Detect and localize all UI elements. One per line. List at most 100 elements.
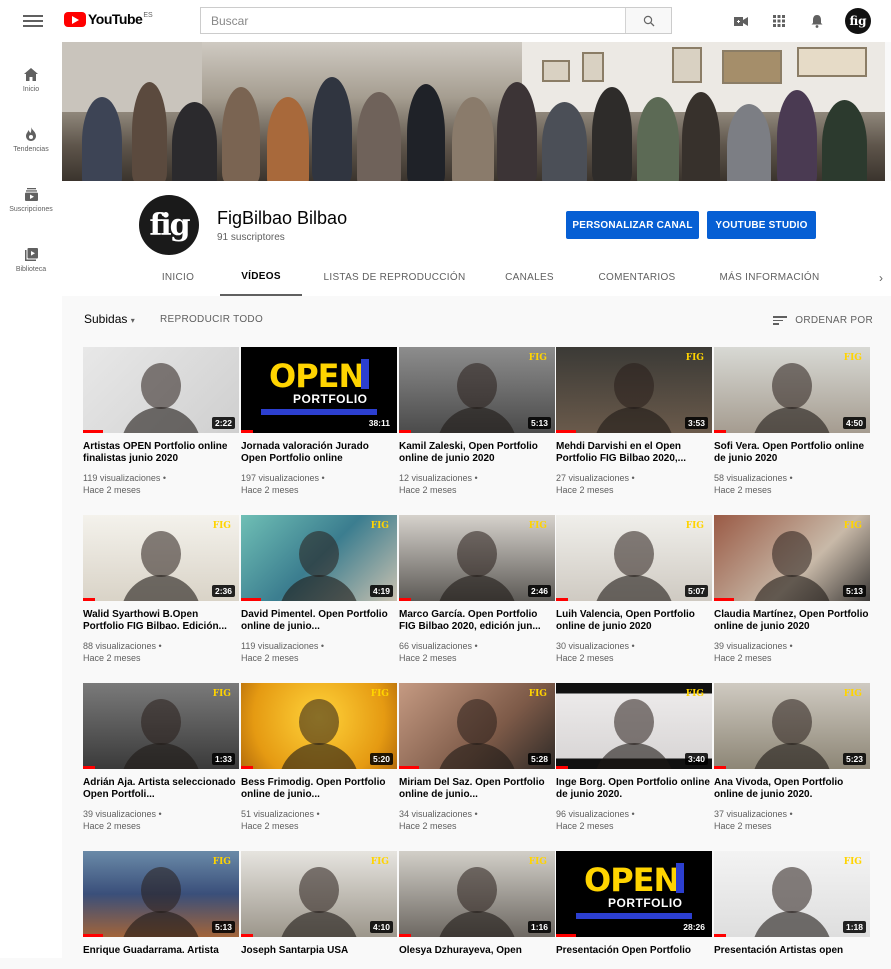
- video-title[interactable]: Adrián Aja. Artista seleccionado Open Po…: [83, 777, 239, 801]
- upload-age: Hace 2 meses: [556, 821, 614, 831]
- video-card[interactable]: FIG 4:50 Sofi Vera. Open Portfolio online …: [714, 347, 870, 496]
- video-thumbnail[interactable]: FIG 1:33: [83, 683, 239, 769]
- video-card[interactable]: FIG 2:46 Marco García. Open Portfolio FIG …: [399, 515, 555, 664]
- video-duration: 28:26: [680, 921, 708, 933]
- video-card[interactable]: FIG 4:10 Joseph Santarpia USA: [241, 851, 397, 969]
- video-thumbnail[interactable]: FIG 5:07: [556, 515, 712, 601]
- search-button[interactable]: [625, 8, 671, 33]
- view-count: 30 visualizaciones •: [556, 641, 635, 651]
- video-card[interactable]: 2:22 Artistas OPEN Portfolio online final…: [83, 347, 239, 496]
- account-avatar[interactable]: fig: [845, 8, 871, 34]
- tab-mas-informacion[interactable]: MÁS INFORMACIÓN: [707, 259, 832, 296]
- person-body: [594, 407, 674, 433]
- youtube-logo[interactable]: YouTube ES: [64, 11, 153, 27]
- youtube-studio-button[interactable]: YOUTUBE STUDIO: [707, 211, 816, 239]
- video-title[interactable]: Presentación Open Portfolio: [556, 945, 712, 969]
- view-count: 119 visualizaciones •: [241, 641, 325, 651]
- video-card[interactable]: FIG 3:53 Mehdi Darvishi en el Open Portfol…: [556, 347, 712, 496]
- video-card[interactable]: FIG 2:36 Walid Syarthowi B.Open Portfolio …: [83, 515, 239, 664]
- video-title[interactable]: Enrique Guadarrama. Artista: [83, 945, 239, 969]
- video-title[interactable]: Claudia Martínez, Open Portfolio online …: [714, 609, 870, 633]
- video-title[interactable]: David Pimentel. Open Portfolio online de…: [241, 609, 397, 633]
- home-icon: [24, 67, 38, 81]
- video-title[interactable]: Inge Borg. Open Portfolio online de juni…: [556, 777, 712, 801]
- channel-avatar[interactable]: fig: [139, 195, 199, 255]
- customize-channel-button[interactable]: PERSONALIZAR CANAL: [566, 211, 699, 239]
- video-duration: 5:07: [684, 585, 708, 597]
- video-title[interactable]: Olesya Dzhurayeva, Open: [399, 945, 555, 969]
- video-title[interactable]: Marco García. Open Portfolio FIG Bilbao …: [399, 609, 555, 633]
- video-card[interactable]: FIG 1:33 Adrián Aja. Artista seleccionado …: [83, 683, 239, 832]
- video-card[interactable]: FIG 4:19 David Pimentel. Open Portfolio on…: [241, 515, 397, 664]
- video-title[interactable]: Jornada valoración Jurado Open Portfolio…: [241, 441, 397, 465]
- uploads-dropdown[interactable]: Subidas ▾: [84, 312, 135, 326]
- tab-canales[interactable]: CANALES: [492, 259, 567, 296]
- play-all-button[interactable]: REPRODUCIR TODO: [160, 314, 263, 325]
- video-card[interactable]: FIG 5:07 Luih Valencia, Open Portfolio onl…: [556, 515, 712, 664]
- video-title[interactable]: Sofi Vera. Open Portfolio online de juni…: [714, 441, 870, 465]
- upload-age: Hace 2 meses: [556, 485, 614, 495]
- video-title[interactable]: Ana Vivoda, Open Portfolio online de jun…: [714, 777, 870, 801]
- video-title[interactable]: Mehdi Darvishi en el Open Portfolio FIG …: [556, 441, 712, 465]
- video-meta: 30 visualizaciones • Hace 2 meses: [556, 640, 712, 664]
- fig-badge: FIG: [212, 857, 231, 867]
- video-thumbnail[interactable]: FIG 2:46: [399, 515, 555, 601]
- video-thumbnail[interactable]: FIG 4:10: [241, 851, 397, 937]
- video-thumbnail[interactable]: FIG 1:18: [714, 851, 870, 937]
- tab-comentarios[interactable]: COMENTARIOS: [587, 259, 687, 296]
- video-card[interactable]: OPEN PORTFOLIO 28:26 Presentación Open Port…: [556, 851, 712, 969]
- video-title[interactable]: Kamil Zaleski, Open Portfolio online de …: [399, 441, 555, 465]
- video-thumbnail[interactable]: FIG 2:36: [83, 515, 239, 601]
- sidebar-item-inicio[interactable]: Inicio: [0, 50, 62, 110]
- video-title[interactable]: Bess Frimodig. Open Portfolio online de …: [241, 777, 397, 801]
- video-thumbnail[interactable]: FIG 5:13: [714, 515, 870, 601]
- watch-progress-bar: [399, 430, 411, 433]
- menu-icon[interactable]: [23, 12, 43, 30]
- video-card[interactable]: FIG 1:16 Olesya Dzhurayeva, Open: [399, 851, 555, 969]
- video-card[interactable]: FIG 5:23 Ana Vivoda, Open Portfolio online…: [714, 683, 870, 832]
- video-card[interactable]: FIG 3:40 Inge Borg. Open Portfolio online …: [556, 683, 712, 832]
- video-thumbnail[interactable]: OPEN PORTFOLIO 38:11: [241, 347, 397, 433]
- view-count: 27 visualizaciones •: [556, 473, 635, 483]
- video-thumbnail[interactable]: FIG 5:20: [241, 683, 397, 769]
- video-thumbnail[interactable]: 2:22: [83, 347, 239, 433]
- sidebar-item-suscripciones[interactable]: Suscripciones: [0, 170, 62, 230]
- chevron-right-icon[interactable]: ›: [879, 271, 883, 285]
- person-body: [752, 911, 832, 937]
- video-card[interactable]: FIG 1:18 Presentación Artistas open: [714, 851, 870, 969]
- search-input[interactable]: [201, 8, 626, 33]
- video-card[interactable]: FIG 5:13 Claudia Martínez, Open Portfolio …: [714, 515, 870, 664]
- video-thumbnail[interactable]: FIG 1:16: [399, 851, 555, 937]
- apps-grid-icon[interactable]: [769, 11, 789, 31]
- video-thumbnail[interactable]: FIG 3:53: [556, 347, 712, 433]
- video-title[interactable]: Joseph Santarpia USA: [241, 945, 397, 969]
- video-title[interactable]: Luih Valencia, Open Portfolio online de …: [556, 609, 712, 633]
- video-title[interactable]: Presentación Artistas open: [714, 945, 870, 969]
- video-thumbnail[interactable]: FIG 4:19: [241, 515, 397, 601]
- tab-listas[interactable]: LISTAS DE REPRODUCCIÓN: [317, 259, 472, 296]
- tab-inicio[interactable]: INICIO: [152, 259, 204, 296]
- video-thumbnail[interactable]: FIG 5:13: [399, 347, 555, 433]
- video-thumbnail[interactable]: FIG 3:40: [556, 683, 712, 769]
- sidebar-item-tendencias[interactable]: Tendencias: [0, 110, 62, 170]
- sort-button[interactable]: ORDENAR POR: [773, 314, 873, 327]
- video-title[interactable]: Artistas OPEN Portfolio online finalista…: [83, 441, 239, 465]
- video-thumbnail[interactable]: FIG 5:23: [714, 683, 870, 769]
- video-thumbnail[interactable]: OPEN PORTFOLIO 28:26: [556, 851, 712, 937]
- create-video-icon[interactable]: [731, 11, 751, 31]
- video-meta: 34 visualizaciones • Hace 2 meses: [399, 808, 555, 832]
- video-card[interactable]: FIG 5:13 Enrique Guadarrama. Artista: [83, 851, 239, 969]
- video-title[interactable]: Walid Syarthowi B.Open Portfolio FIG Bil…: [83, 609, 239, 633]
- video-thumbnail[interactable]: FIG 4:50: [714, 347, 870, 433]
- fig-badge: FIG: [843, 689, 862, 699]
- video-title[interactable]: Miriam Del Saz. Open Portfolio online de…: [399, 777, 555, 801]
- video-card[interactable]: FIG 5:20 Bess Frimodig. Open Portfolio onl…: [241, 683, 397, 832]
- video-card[interactable]: FIG 5:28 Miriam Del Saz. Open Portfolio on…: [399, 683, 555, 832]
- notifications-bell-icon[interactable]: [807, 11, 827, 31]
- video-card[interactable]: OPEN PORTFOLIO 38:11 Jornada valoración Jur…: [241, 347, 397, 496]
- sidebar-item-biblioteca[interactable]: Biblioteca: [0, 230, 62, 290]
- tab-videos[interactable]: VÍDEOS: [220, 259, 302, 296]
- video-thumbnail[interactable]: FIG 5:28: [399, 683, 555, 769]
- video-thumbnail[interactable]: FIG 5:13: [83, 851, 239, 937]
- video-card[interactable]: FIG 5:13 Kamil Zaleski, Open Portfolio onl…: [399, 347, 555, 496]
